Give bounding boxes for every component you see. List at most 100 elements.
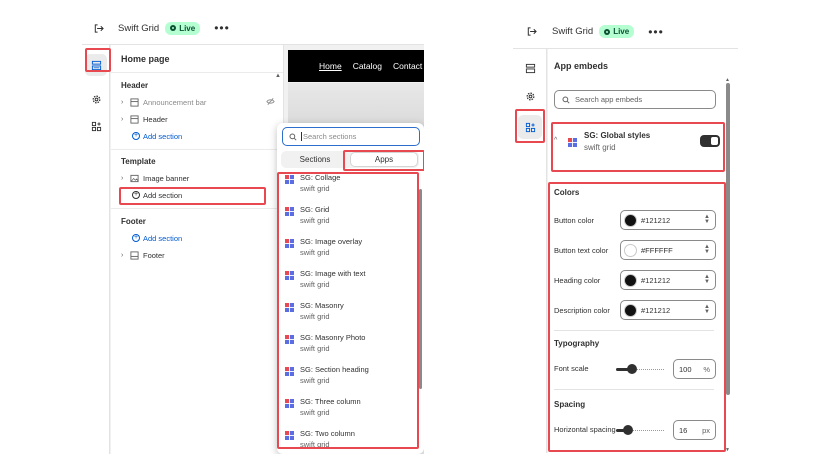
chevron-right-icon[interactable]: › bbox=[121, 175, 130, 182]
color-picker[interactable]: #121212 ▲ ▼ bbox=[620, 270, 716, 290]
sidebar-item-announcement-bar[interactable]: › Announcement bar bbox=[121, 95, 275, 109]
slider-thumb[interactable] bbox=[627, 364, 637, 374]
select-chevron-icon[interactable]: ▲ ▼ bbox=[704, 244, 710, 255]
rail-apps-button[interactable] bbox=[85, 115, 107, 137]
sidebar-item-footer[interactable]: › Footer bbox=[121, 248, 275, 262]
list-item-title: SG: Section heading bbox=[300, 365, 369, 374]
font-scale-unit: % bbox=[703, 364, 710, 374]
screenshot-stage: Swift Grid Live ••• Home page ▲ Header › bbox=[0, 0, 828, 466]
color-swatch[interactable] bbox=[624, 303, 637, 317]
color-picker[interactable]: #121212 ▲ ▼ bbox=[620, 210, 716, 230]
color-swatch[interactable] bbox=[624, 213, 637, 227]
more-actions-icon[interactable]: ••• bbox=[214, 22, 230, 34]
chevron-right-icon[interactable]: › bbox=[121, 99, 130, 106]
list-item[interactable]: SG: Two column swift grid bbox=[285, 429, 355, 454]
list-item[interactable]: SG: Image with text swift grid bbox=[285, 269, 365, 295]
list-item[interactable]: SG: Image overlay swift grid bbox=[285, 237, 362, 263]
rail-apps-button[interactable] bbox=[518, 115, 542, 139]
scroll-down-icon[interactable]: ▼ bbox=[725, 447, 730, 453]
list-item[interactable]: SG: Grid swift grid bbox=[285, 205, 330, 231]
app-embeds-panel: App embeds Search app embeds ^ SG: Globa… bbox=[548, 49, 738, 453]
rail-settings-button[interactable] bbox=[518, 84, 542, 108]
color-picker[interactable]: #FFFFFF ▲ ▼ bbox=[620, 240, 716, 260]
section-icon bbox=[130, 114, 139, 124]
plus-circle-icon: + bbox=[132, 132, 140, 140]
list-item[interactable]: SG: Masonry swift grid bbox=[285, 301, 344, 327]
exit-icon[interactable] bbox=[524, 25, 538, 39]
header-add-section-button[interactable]: + Add section bbox=[132, 129, 182, 143]
search-sections-input[interactable]: Search sections bbox=[282, 127, 420, 146]
select-chevron-icon[interactable]: ▲ ▼ bbox=[704, 274, 710, 285]
app-embed-global-styles[interactable]: ^ SG: Global styles swift grid bbox=[554, 127, 720, 163]
list-item-title: SG: Image overlay bbox=[300, 237, 363, 246]
color-value: #121212 bbox=[641, 305, 671, 315]
list-item-text: SG: Section heading swift grid bbox=[300, 365, 369, 391]
footer-add-section-button[interactable]: + Add section bbox=[132, 231, 182, 245]
more-actions-icon[interactable]: ••• bbox=[648, 26, 664, 38]
list-item-text: SG: Masonry swift grid bbox=[300, 301, 344, 327]
select-chevron-icon[interactable]: ▲ ▼ bbox=[704, 214, 710, 225]
chevron-right-icon[interactable]: › bbox=[121, 252, 130, 259]
live-dot-icon bbox=[604, 28, 611, 35]
section-icon bbox=[130, 97, 139, 107]
preview-nav-catalog[interactable]: Catalog bbox=[353, 61, 382, 71]
eye-hidden-icon[interactable] bbox=[266, 97, 275, 108]
rail-settings-button[interactable] bbox=[85, 88, 107, 110]
color-setting-label: Description color bbox=[554, 305, 610, 315]
rail-sections-button[interactable] bbox=[85, 54, 107, 76]
color-picker[interactable]: #121212 ▲ ▼ bbox=[620, 300, 716, 320]
horizontal-spacing-input[interactable]: 16 px bbox=[673, 420, 716, 440]
scrollbar[interactable] bbox=[419, 189, 422, 389]
list-item[interactable]: SG: Section heading swift grid bbox=[285, 365, 369, 391]
color-swatch[interactable] bbox=[624, 243, 637, 257]
color-setting-label: Heading color bbox=[554, 275, 601, 285]
preview-nav-contact[interactable]: Contact bbox=[393, 61, 422, 71]
sidebar-item-image-banner[interactable]: › Image banner bbox=[121, 171, 275, 185]
scroll-up-icon[interactable]: ▲ bbox=[275, 73, 281, 79]
sidebar-item-header[interactable]: › Header bbox=[121, 112, 275, 126]
font-scale-label: Font scale bbox=[554, 364, 589, 373]
font-scale-input[interactable]: 100 % bbox=[673, 359, 716, 379]
select-chevron-icon[interactable]: ▲ ▼ bbox=[704, 304, 710, 315]
sections-sidebar: Home page ▲ Header › Announcement bar › … bbox=[111, 45, 284, 454]
color-swatch[interactable] bbox=[624, 273, 637, 287]
list-item[interactable]: SG: Collage swift grid bbox=[285, 173, 340, 199]
scrollbar[interactable] bbox=[726, 83, 730, 395]
footer-group-label: Footer bbox=[121, 217, 146, 226]
list-item-subtitle: swift grid bbox=[300, 344, 330, 353]
theme-editor-right: Swift Grid Live ••• App embeds Search ap… bbox=[513, 15, 738, 453]
swift-grid-app-icon bbox=[568, 138, 577, 147]
chevron-up-icon[interactable]: ^ bbox=[554, 137, 557, 144]
list-item[interactable]: SG: Three column swift grid bbox=[285, 397, 361, 423]
plus-circle-icon: + bbox=[132, 234, 140, 242]
rail-sections-button[interactable] bbox=[518, 56, 542, 80]
apps-icon bbox=[91, 121, 101, 131]
preview-nav: Home Catalog Contact bbox=[288, 50, 424, 82]
list-item-title: SG: Grid bbox=[300, 205, 330, 214]
list-item-subtitle: swift grid bbox=[300, 248, 330, 257]
live-badge-label: Live bbox=[179, 23, 196, 33]
list-item[interactable]: SG: Masonry Photo swift grid bbox=[285, 333, 365, 359]
popover-tabs: Sections Apps bbox=[281, 151, 419, 168]
horizontal-spacing-slider[interactable] bbox=[616, 425, 664, 435]
page-title: Home page bbox=[121, 54, 170, 64]
text-caret bbox=[301, 132, 302, 141]
editor-topbar: Swift Grid Live ••• bbox=[82, 12, 424, 45]
list-item-text: SG: Masonry Photo swift grid bbox=[300, 333, 365, 359]
font-scale-slider[interactable] bbox=[616, 364, 664, 374]
slider-thumb[interactable] bbox=[623, 425, 633, 435]
swift-grid-app-icon bbox=[285, 271, 294, 280]
divider bbox=[111, 149, 283, 150]
color-setting-row: Description color #121212 ▲ ▼ bbox=[554, 299, 716, 321]
page-title: App embeds bbox=[554, 61, 609, 71]
exit-icon[interactable] bbox=[91, 21, 105, 35]
tab-apps[interactable]: Apps bbox=[350, 152, 418, 167]
chevron-right-icon[interactable]: › bbox=[121, 116, 130, 123]
search-app-embeds-input[interactable]: Search app embeds bbox=[554, 90, 716, 109]
tab-sections[interactable]: Sections bbox=[281, 151, 349, 168]
template-add-section-button[interactable]: + Add section bbox=[132, 188, 182, 202]
app-title: Swift Grid bbox=[118, 22, 160, 34]
embed-app-name: swift grid bbox=[584, 143, 616, 152]
embed-enabled-toggle[interactable] bbox=[700, 135, 720, 147]
preview-nav-home[interactable]: Home bbox=[319, 61, 342, 71]
